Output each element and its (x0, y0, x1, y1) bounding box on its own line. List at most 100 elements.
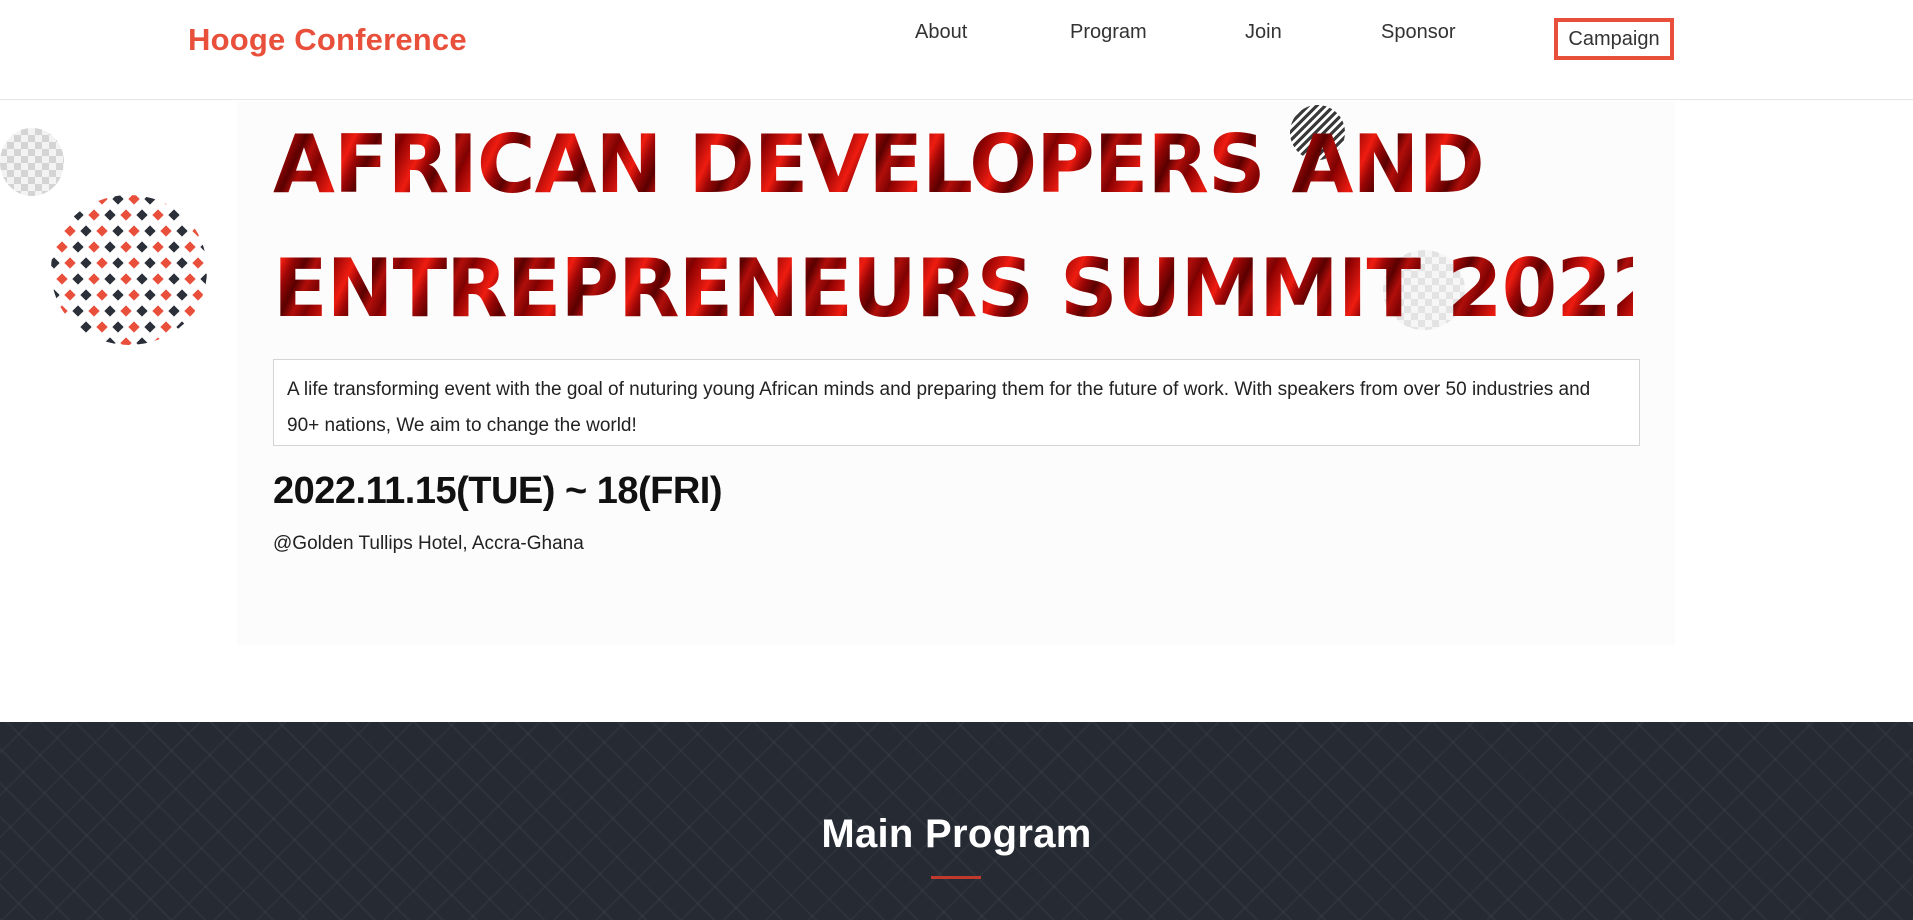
pattern-diamond (192, 289, 204, 301)
nav-join-link[interactable]: Join (1245, 21, 1282, 44)
pattern-diamond (128, 257, 140, 269)
pattern-diamond (72, 273, 84, 285)
pattern-diamond (56, 337, 68, 345)
pattern-diamond (72, 337, 84, 345)
dot-pattern-circle-decoration (50, 195, 208, 345)
pattern-diamond (184, 241, 196, 253)
pattern-diamond (72, 305, 84, 317)
pattern-diamond (64, 225, 76, 237)
pattern-diamond (96, 321, 108, 333)
pattern-diamond (176, 225, 188, 237)
pattern-diamond (136, 337, 148, 345)
pattern-diamond (168, 305, 180, 317)
pattern-diamond (168, 241, 180, 253)
pattern-diamond (80, 257, 92, 269)
nav-campaign-button[interactable]: Campaign (1554, 18, 1674, 60)
pattern-diamond (72, 241, 84, 253)
pattern-diamond (80, 225, 92, 237)
pattern-diamond (136, 241, 148, 253)
pattern-diamond (192, 257, 204, 269)
pattern-diamond (176, 321, 188, 333)
pattern-diamond (160, 195, 172, 205)
pattern-diamond (152, 209, 164, 221)
pattern-diamond (112, 321, 124, 333)
pattern-diamond (56, 305, 68, 317)
pattern-diamond (104, 209, 116, 221)
pattern-diamond (51, 289, 60, 301)
pattern-diamond (96, 225, 108, 237)
pattern-diamond (120, 209, 132, 221)
pattern-diamond (64, 289, 76, 301)
hero-headline: AFRICAN DEVELOPERS AND ENTREPRENEURS SUM… (273, 103, 1667, 351)
pattern-diamond (96, 257, 108, 269)
pattern-diamond (128, 225, 140, 237)
main-program-section: Main Program (0, 722, 1913, 920)
pattern-diamond (136, 273, 148, 285)
event-description: A life transforming event with the goal … (273, 359, 1640, 446)
nav-sponsor-link[interactable]: Sponsor (1381, 21, 1456, 44)
pattern-diamond (200, 337, 207, 345)
pattern-diamond (120, 305, 132, 317)
pattern-diamond (56, 209, 68, 221)
pattern-diamond (152, 241, 164, 253)
pattern-diamond (88, 337, 100, 345)
pattern-diamond (64, 195, 76, 205)
pattern-diamond (184, 273, 196, 285)
site-logo[interactable]: Hooge Conference (188, 22, 467, 58)
pattern-diamond (200, 305, 207, 317)
pattern-diamond (64, 257, 76, 269)
pattern-diamond (56, 241, 68, 253)
pattern-diamond (192, 195, 204, 205)
pattern-diamond (88, 209, 100, 221)
pattern-diamond (112, 289, 124, 301)
pattern-diamond (152, 337, 164, 345)
pattern-diamond (128, 289, 140, 301)
pattern-diamond (80, 321, 92, 333)
pattern-diamond (152, 273, 164, 285)
pattern-diamond (136, 305, 148, 317)
pattern-diamond (184, 209, 196, 221)
pattern-diamond (168, 273, 180, 285)
pattern-diamond (168, 209, 180, 221)
pattern-diamond (104, 305, 116, 317)
pattern-diamond (88, 305, 100, 317)
pattern-diamond (136, 209, 148, 221)
event-date: 2022.11.15(TUE) ~ 18(FRI) (273, 470, 723, 512)
nav-program-link[interactable]: Program (1070, 21, 1147, 44)
pattern-diamond (168, 337, 180, 345)
pattern-diamond (192, 225, 204, 237)
pattern-diamond (104, 241, 116, 253)
pattern-diamond (144, 195, 156, 205)
pattern-diamond (104, 273, 116, 285)
pattern-diamond (120, 241, 132, 253)
site-header: Hooge Conference About Program Join Spon… (0, 0, 1913, 100)
dot-pattern-icon (51, 195, 207, 345)
event-venue: @Golden Tullips Hotel, Accra-Ghana (273, 533, 584, 554)
headline-line-2: ENTREPRENEURS SUMMIT 2022 (273, 227, 1667, 351)
section-title: Main Program (821, 812, 1092, 856)
pattern-diamond (144, 257, 156, 269)
pattern-diamond (184, 305, 196, 317)
pattern-diamond (51, 257, 60, 269)
headline-line-1: AFRICAN DEVELOPERS AND (273, 103, 1633, 227)
pattern-diamond (200, 241, 207, 253)
pattern-diamond (160, 289, 172, 301)
pattern-diamond (51, 225, 60, 237)
nav-about-link[interactable]: About (915, 21, 967, 44)
pattern-diamond (192, 321, 204, 333)
pattern-diamond (88, 241, 100, 253)
pattern-diamond (112, 195, 124, 205)
pattern-diamond (64, 321, 76, 333)
pattern-diamond (176, 289, 188, 301)
pattern-diamond (200, 209, 207, 221)
pattern-diamond (160, 257, 172, 269)
pattern-diamond (152, 305, 164, 317)
checker-circle-decoration (0, 128, 64, 196)
pattern-diamond (88, 273, 100, 285)
pattern-diamond (160, 225, 172, 237)
pattern-diamond (120, 273, 132, 285)
pattern-diamond (72, 209, 84, 221)
pattern-diamond (112, 225, 124, 237)
pattern-diamond (200, 273, 207, 285)
pattern-diamond (80, 289, 92, 301)
